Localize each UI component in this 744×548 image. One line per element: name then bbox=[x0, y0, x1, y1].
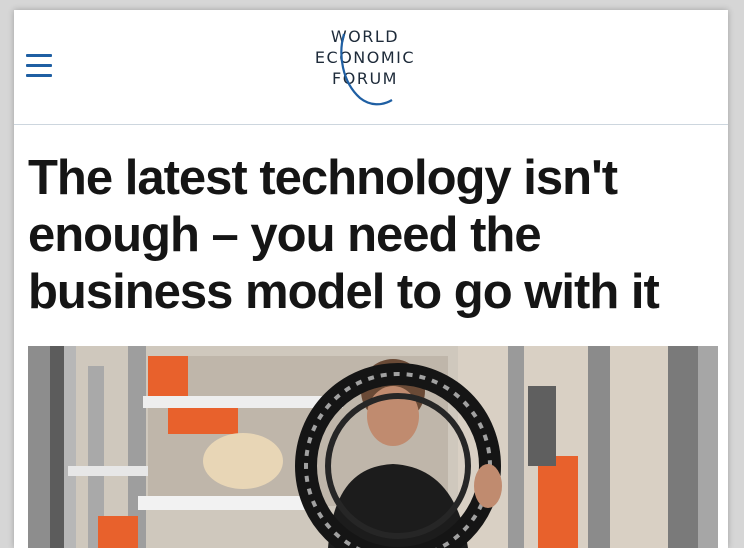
article-card: WORLD ECONOMIC FORUM The latest technolo… bbox=[14, 10, 728, 548]
wef-logo[interactable]: WORLD ECONOMIC FORUM bbox=[300, 26, 430, 110]
hero-image bbox=[28, 346, 718, 548]
article-headline: The latest technology isn't enough – you… bbox=[28, 151, 660, 319]
logo-swoosh-icon bbox=[340, 33, 393, 106]
factory-worker-image bbox=[28, 346, 718, 548]
site-header: WORLD ECONOMIC FORUM bbox=[14, 10, 728, 125]
hamburger-menu-icon[interactable] bbox=[26, 52, 54, 78]
